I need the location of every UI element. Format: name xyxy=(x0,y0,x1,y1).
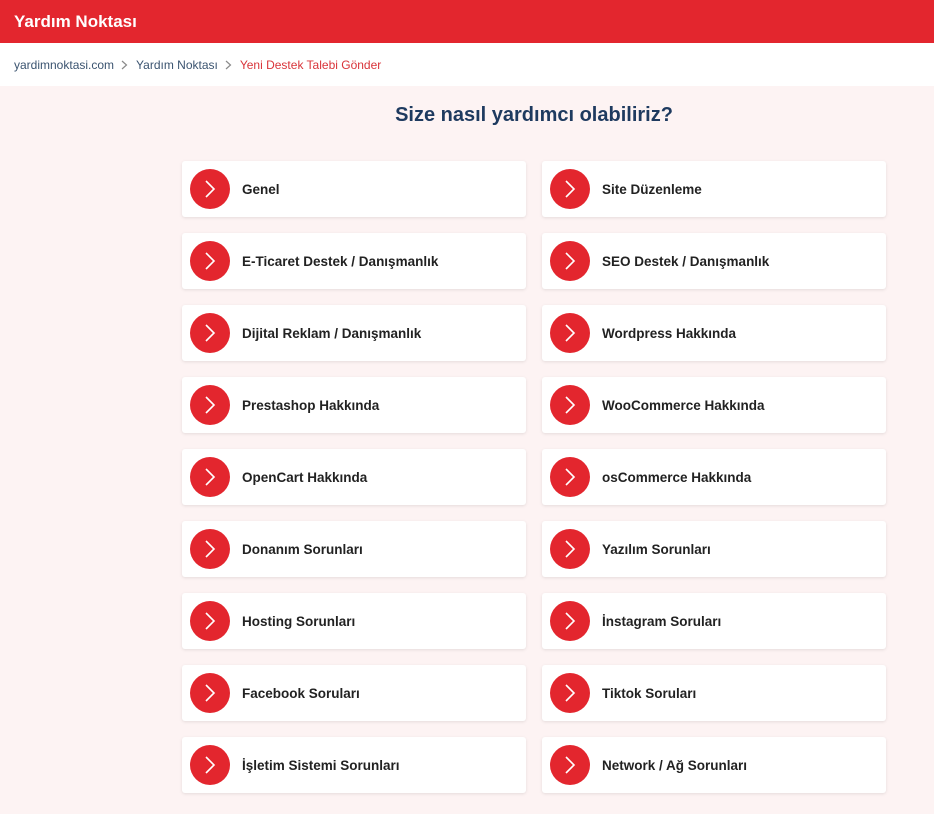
category-card-oscommerce[interactable]: osCommerce Hakkında xyxy=(542,449,886,505)
category-label: Yazılım Sorunları xyxy=(602,541,711,557)
category-card-hosting[interactable]: Hosting Sorunları xyxy=(182,593,526,649)
category-card-genel[interactable]: Genel xyxy=(182,161,526,217)
chevron-right-icon xyxy=(190,673,230,713)
category-label: Dijital Reklam / Danışmanlık xyxy=(242,325,422,341)
chevron-right-icon xyxy=(550,673,590,713)
category-card-wordpress[interactable]: Wordpress Hakkında xyxy=(542,305,886,361)
chevron-right-icon xyxy=(190,529,230,569)
chevron-right-icon xyxy=(550,385,590,425)
chevron-right-icon xyxy=(550,313,590,353)
category-label: Facebook Soruları xyxy=(242,685,360,701)
category-card-tiktok[interactable]: Tiktok Soruları xyxy=(542,665,886,721)
category-label: Tiktok Soruları xyxy=(602,685,697,701)
chevron-right-icon xyxy=(190,745,230,785)
category-card-facebook[interactable]: Facebook Soruları xyxy=(182,665,526,721)
category-label: Donanım Sorunları xyxy=(242,541,363,557)
category-card-prestashop[interactable]: Prestashop Hakkında xyxy=(182,377,526,433)
category-label: SEO Destek / Danışmanlık xyxy=(602,253,770,269)
chevron-right-icon xyxy=(190,241,230,281)
category-label: Prestashop Hakkında xyxy=(242,397,380,413)
category-card-site-duzenleme[interactable]: Site Düzenleme xyxy=(542,161,886,217)
category-card-woocommerce[interactable]: WooCommerce Hakkında xyxy=(542,377,886,433)
chevron-right-icon xyxy=(550,745,590,785)
category-card-yazilim[interactable]: Yazılım Sorunları xyxy=(542,521,886,577)
chevron-right-icon xyxy=(190,457,230,497)
brand-title[interactable]: Yardım Noktası xyxy=(14,12,137,32)
top-bar: Yardım Noktası xyxy=(0,0,934,43)
category-card-isletim-sistemi[interactable]: İşletim Sistemi Sorunları xyxy=(182,737,526,793)
category-grid: Genel Site Düzenleme E-Ticaret Destek / … xyxy=(182,161,886,793)
category-label: İnstagram Soruları xyxy=(602,613,722,629)
category-label: WooCommerce Hakkında xyxy=(602,397,765,413)
chevron-right-icon xyxy=(222,59,236,71)
chevron-right-icon xyxy=(550,529,590,569)
chevron-right-icon xyxy=(550,601,590,641)
chevron-right-icon xyxy=(190,385,230,425)
category-label: E-Ticaret Destek / Danışmanlık xyxy=(242,253,439,269)
category-label: İşletim Sistemi Sorunları xyxy=(242,757,400,773)
breadcrumb-current: Yeni Destek Talebi Gönder xyxy=(239,57,382,72)
category-label: OpenCart Hakkında xyxy=(242,469,368,485)
chevron-right-icon xyxy=(190,169,230,209)
category-card-seo[interactable]: SEO Destek / Danışmanlık xyxy=(542,233,886,289)
chevron-right-icon xyxy=(550,169,590,209)
category-label: Wordpress Hakkında xyxy=(602,325,737,341)
breadcrumb-section-link[interactable]: Yardım Noktası xyxy=(136,58,218,72)
category-label: Genel xyxy=(242,181,280,197)
category-card-dijital-reklam[interactable]: Dijital Reklam / Danışmanlık xyxy=(182,305,526,361)
category-label: osCommerce Hakkında xyxy=(602,469,752,485)
page-heading: Size nasıl yardımcı olabiliriz? xyxy=(395,104,673,126)
category-label: Site Düzenleme xyxy=(602,181,702,197)
category-card-network[interactable]: Network / Ağ Sorunları xyxy=(542,737,886,793)
category-card-opencart[interactable]: OpenCart Hakkında xyxy=(182,449,526,505)
breadcrumb: yardimnoktasi.com Yardım Noktası Yeni De… xyxy=(0,43,934,86)
chevron-right-icon xyxy=(118,59,132,71)
chevron-right-icon xyxy=(190,601,230,641)
chevron-right-icon xyxy=(550,241,590,281)
category-label: Network / Ağ Sorunları xyxy=(602,757,748,773)
breadcrumb-home-link[interactable]: yardimnoktasi.com xyxy=(14,58,114,72)
category-label: Hosting Sorunları xyxy=(242,613,356,629)
chevron-right-icon xyxy=(190,313,230,353)
category-card-e-ticaret[interactable]: E-Ticaret Destek / Danışmanlık xyxy=(182,233,526,289)
category-card-instagram[interactable]: İnstagram Soruları xyxy=(542,593,886,649)
category-card-donanim[interactable]: Donanım Sorunları xyxy=(182,521,526,577)
chevron-right-icon xyxy=(550,457,590,497)
